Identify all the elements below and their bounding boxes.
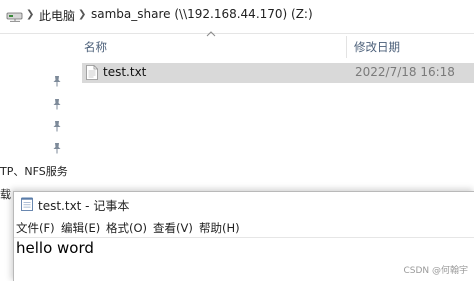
window-title: test.txt - 记事本 [38, 199, 130, 213]
network-drive-icon [6, 12, 23, 22]
pin-icon[interactable] [52, 98, 62, 110]
breadcrumb-separator-icon[interactable]: ❯ [78, 9, 86, 20]
file-date-modified: 2022/7/18 16:18 [355, 65, 455, 79]
screen: ❯ 此电脑 ❯ samba_share (\\192.168.44.170) (… [0, 0, 474, 281]
notepad-icon [21, 197, 33, 211]
address-bar[interactable]: ❯ 此电脑 ❯ samba_share (\\192.168.44.170) (… [0, 0, 474, 34]
menu-format[interactable]: 格式(O) [106, 220, 147, 236]
pin-icon[interactable] [52, 120, 62, 132]
menu-view[interactable]: 查看(V) [153, 220, 193, 236]
file-row-selected[interactable]: test.txt 2022/7/18 16:18 [82, 63, 474, 83]
sidebar-item-nfs[interactable]: TP、NFS服务 [0, 163, 68, 179]
document-text: hello word [16, 239, 94, 257]
column-headers: 名称 修改日期 [80, 36, 474, 58]
pin-icon[interactable] [52, 75, 62, 87]
column-divider[interactable] [346, 36, 347, 58]
menu-bar: 文件(F) 编辑(E) 格式(O) 查看(V) 帮助(H) [14, 217, 474, 237]
file-name: test.txt [103, 65, 147, 79]
breadcrumb-this-pc[interactable]: 此电脑 [39, 7, 75, 24]
sidebar-item-download[interactable]: 载 [0, 186, 11, 202]
text-file-icon [86, 65, 98, 80]
notepad-titlebar[interactable]: test.txt - 记事本 [14, 192, 474, 216]
breadcrumb-separator-icon[interactable]: ❯ [26, 9, 34, 20]
menu-help[interactable]: 帮助(H) [199, 220, 240, 236]
breadcrumb-samba-share[interactable]: samba_share (\\192.168.44.170) (Z:) [91, 7, 313, 21]
watermark: CSDN @何翰宇 [403, 266, 468, 276]
column-header-date-modified[interactable]: 修改日期 [354, 39, 400, 55]
column-header-name[interactable]: 名称 [84, 39, 107, 55]
pin-icon[interactable] [52, 142, 62, 154]
menu-file[interactable]: 文件(F) [16, 220, 55, 236]
menu-edit[interactable]: 编辑(E) [61, 220, 100, 236]
